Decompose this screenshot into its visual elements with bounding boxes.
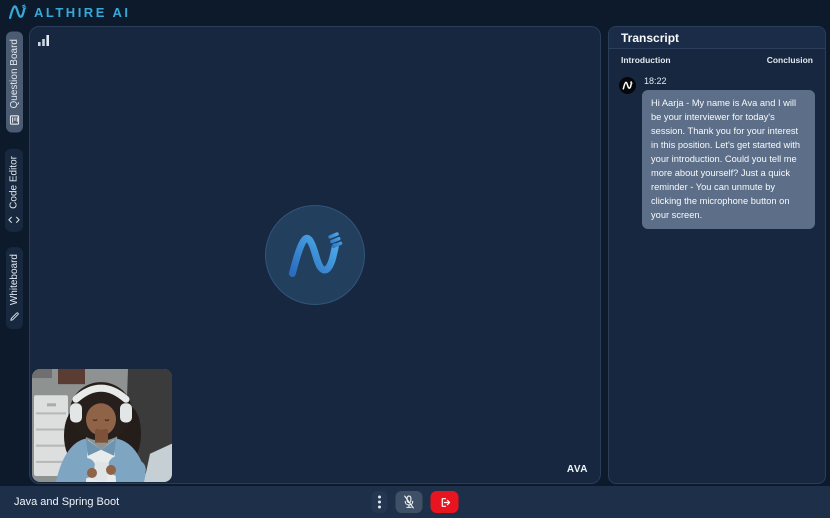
self-view-video	[32, 369, 172, 482]
leave-call-button[interactable]	[430, 491, 459, 513]
sidebar-item-question-board[interactable]: Question Board	[5, 32, 23, 133]
transcript-message: 18:22 Hi Aarja - My name is Ava and I wi…	[619, 75, 815, 230]
microphone-mute-button[interactable]	[395, 491, 423, 513]
althire-monogram-icon	[288, 231, 343, 277]
call-controls	[371, 491, 459, 513]
more-options-button[interactable]	[371, 491, 388, 513]
sidebar-item-label: Question Board	[8, 39, 20, 109]
phase-conclusion-label: Conclusion	[766, 55, 813, 65]
transcript-title: Transcript	[621, 30, 680, 45]
ai-interviewer-avatar	[265, 205, 365, 305]
transcript-header: Transcript	[609, 27, 825, 49]
whiteboard-icon	[9, 312, 19, 322]
left-sidebar: Question Board Code Editor Whiteboard	[0, 24, 28, 485]
interview-app-window: ALTHIRE AI Question Board Code Editor Wh…	[0, 0, 830, 518]
webcam-scene	[32, 369, 172, 482]
leave-call-icon	[441, 497, 450, 507]
ai-avatar	[619, 77, 636, 94]
kebab-menu-icon	[378, 495, 381, 509]
message-bubble: Hi Aarja - My name is Ava and I will be …	[642, 90, 815, 230]
app-header: ALTHIRE AI	[0, 0, 830, 24]
session-title: Java and Spring Boot	[14, 496, 120, 508]
sidebar-item-whiteboard[interactable]: Whiteboard	[5, 247, 23, 330]
interview-phase-row: Introduction Conclusion	[609, 49, 825, 69]
brand-logo-icon	[8, 4, 27, 20]
bottom-control-bar: Java and Spring Boot	[0, 486, 830, 518]
transcript-panel: Transcript Introduction Conclusion 18:22…	[608, 26, 826, 484]
code-editor-icon	[8, 216, 20, 223]
althire-monogram-icon	[622, 81, 633, 90]
brand-name: ALTHIRE AI	[34, 4, 131, 20]
signal-bars-icon	[38, 33, 50, 51]
video-stage-panel: AVA	[29, 26, 601, 484]
sidebar-item-code-editor[interactable]: Code Editor	[5, 148, 23, 232]
sidebar-item-label: Whiteboard	[8, 254, 20, 306]
sidebar-item-label: Code Editor	[8, 155, 20, 209]
phase-introduction-label: Introduction	[621, 55, 671, 65]
mic-off-icon	[404, 495, 414, 509]
question-board-icon	[9, 115, 19, 125]
transcript-messages: 18:22 Hi Aarja - My name is Ava and I wi…	[609, 69, 825, 235]
message-timestamp: 18:22	[644, 76, 667, 86]
participant-name-label: AVA	[566, 464, 588, 475]
